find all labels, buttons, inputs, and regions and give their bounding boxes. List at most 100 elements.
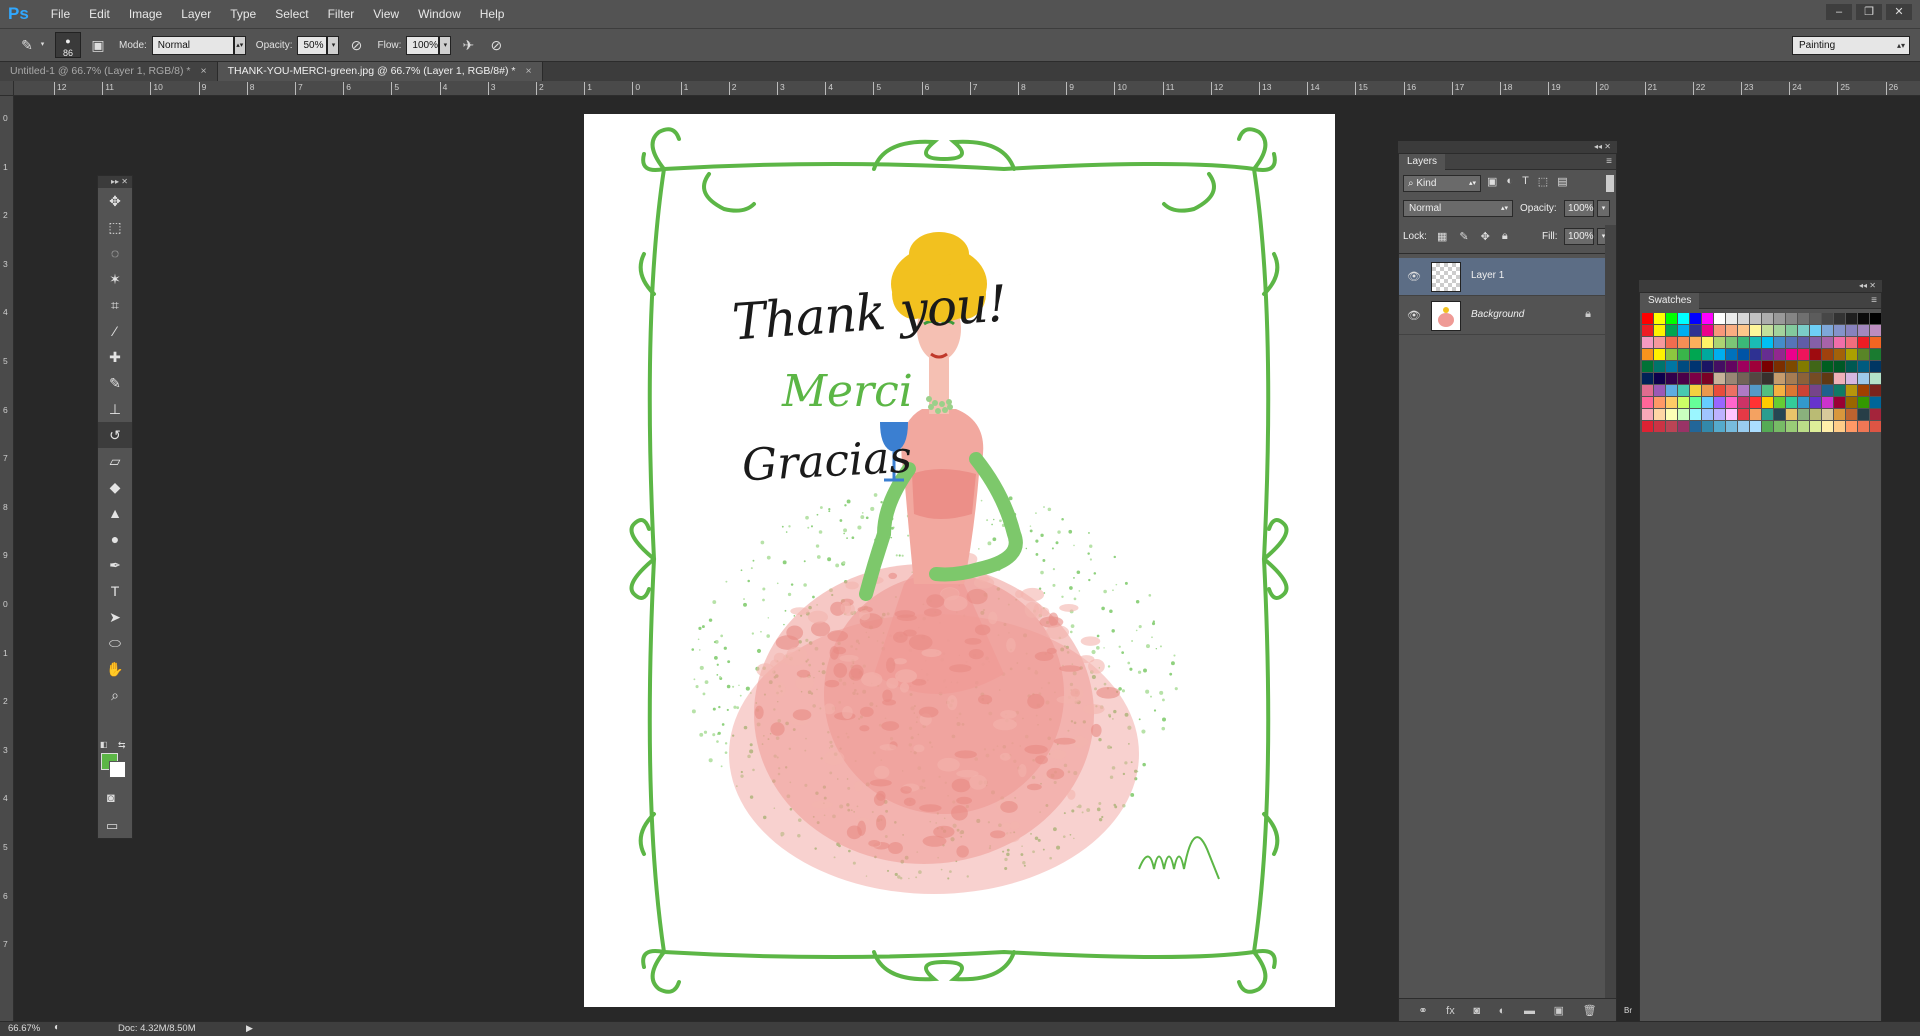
color-swatch[interactable] — [1726, 313, 1737, 324]
color-swatch[interactable] — [1750, 421, 1761, 432]
color-swatch[interactable] — [1690, 373, 1701, 384]
color-swatch[interactable] — [1642, 337, 1653, 348]
color-swatch[interactable] — [1714, 373, 1725, 384]
color-swatch[interactable] — [1822, 421, 1833, 432]
color-swatch[interactable] — [1678, 421, 1689, 432]
menu-type[interactable]: Type — [230, 7, 256, 21]
color-swatch[interactable] — [1858, 349, 1869, 360]
color-swatch[interactable] — [1738, 349, 1749, 360]
color-swatch[interactable] — [1858, 421, 1869, 432]
color-swatch[interactable] — [1822, 325, 1833, 336]
workspace-select[interactable]: Painting ▴▾ — [1792, 36, 1910, 55]
tool-preset-dropdown-icon[interactable]: ▾ — [38, 36, 47, 55]
color-swatch[interactable] — [1834, 349, 1845, 360]
blend-mode-select[interactable]: Normal ▴▾ — [1403, 200, 1513, 217]
tab-thank-you-merci[interactable]: THANK-YOU-MERCI-green.jpg @ 66.7% (Layer… — [217, 62, 543, 81]
color-swatch[interactable] — [1726, 397, 1737, 408]
link-layers-icon[interactable]: ⚭ — [1418, 1004, 1427, 1017]
color-swatch[interactable] — [1678, 313, 1689, 324]
marquee-tool-icon[interactable]: ⬚ — [98, 214, 132, 240]
color-swatch[interactable] — [1738, 361, 1749, 372]
color-swatch[interactable] — [1858, 397, 1869, 408]
color-swatch[interactable] — [1666, 385, 1677, 396]
color-swatch[interactable] — [1870, 421, 1881, 432]
color-swatch[interactable] — [1822, 349, 1833, 360]
color-swatch[interactable] — [1822, 409, 1833, 420]
color-swatch[interactable] — [1834, 337, 1845, 348]
color-swatch[interactable] — [1750, 313, 1761, 324]
color-swatch[interactable] — [1714, 313, 1725, 324]
color-swatch[interactable] — [1870, 313, 1881, 324]
hand-tool-icon[interactable]: ✋ — [98, 656, 132, 682]
lock-transparency-icon[interactable]: ▦ — [1437, 230, 1447, 243]
color-swatch[interactable] — [1786, 337, 1797, 348]
color-swatch[interactable] — [1834, 325, 1845, 336]
layers-scrollbar[interactable] — [1605, 225, 1616, 1005]
ruler-corner[interactable] — [0, 81, 14, 96]
airbrush-icon[interactable]: ✈ — [457, 34, 479, 56]
path-selection-icon[interactable]: ➤ — [98, 604, 132, 630]
color-swatch[interactable] — [1666, 409, 1677, 420]
color-swatch[interactable] — [1678, 409, 1689, 420]
filter-toggle[interactable] — [1606, 175, 1614, 192]
tools-panel-header[interactable]: ▸▸ ✕ — [98, 176, 132, 188]
color-swatch[interactable] — [1798, 325, 1809, 336]
color-swatch[interactable] — [1870, 409, 1881, 420]
mode-select[interactable]: Normal — [151, 35, 234, 55]
color-swatch[interactable] — [1822, 361, 1833, 372]
color-swatch[interactable] — [1654, 385, 1665, 396]
color-swatch[interactable] — [1750, 397, 1761, 408]
lock-all-icon[interactable]: 🔒︎ — [1502, 230, 1508, 243]
color-swatch[interactable] — [1822, 373, 1833, 384]
color-swatch[interactable] — [1666, 373, 1677, 384]
color-swatch[interactable] — [1702, 313, 1713, 324]
color-swatch[interactable] — [1846, 409, 1857, 420]
eyedropper-icon[interactable]: ⁄ — [98, 318, 132, 344]
color-swatch[interactable] — [1846, 361, 1857, 372]
menu-file[interactable]: File — [51, 7, 70, 21]
color-swatch[interactable] — [1678, 337, 1689, 348]
menu-select[interactable]: Select — [275, 7, 308, 21]
crop-tool-icon[interactable]: ⌗ — [98, 292, 132, 318]
color-swatch[interactable] — [1738, 325, 1749, 336]
color-swatch[interactable] — [1762, 409, 1773, 420]
color-swatch[interactable] — [1822, 313, 1833, 324]
zoom-level[interactable]: 66.67% — [8, 1023, 40, 1034]
menu-image[interactable]: Image — [129, 7, 162, 21]
color-swatch[interactable] — [1750, 349, 1761, 360]
lock-position-icon[interactable]: ✥ — [1481, 230, 1490, 243]
color-swatch[interactable] — [1798, 409, 1809, 420]
color-swatch[interactable] — [1738, 397, 1749, 408]
blur-tool-icon[interactable]: ▲ — [98, 500, 132, 526]
color-swatch[interactable] — [1654, 409, 1665, 420]
color-swatch[interactable] — [1750, 385, 1761, 396]
brush-panel-toggle-icon[interactable]: ▣ — [87, 34, 109, 56]
collapsed-panel-icon[interactable]: Br — [1624, 1006, 1639, 1021]
pressure-size-icon[interactable]: ⊘ — [485, 34, 507, 56]
menu-window[interactable]: Window — [418, 7, 461, 21]
color-swatch[interactable] — [1690, 313, 1701, 324]
color-swatch[interactable] — [1762, 385, 1773, 396]
color-swatch[interactable] — [1678, 361, 1689, 372]
color-swatch[interactable] — [1786, 385, 1797, 396]
type-filter-icon[interactable]: T — [1522, 175, 1529, 188]
color-swatch[interactable] — [1834, 385, 1845, 396]
color-swatch[interactable] — [1690, 361, 1701, 372]
ellipse-tool-icon[interactable]: ⬭ — [98, 630, 132, 656]
type-tool-icon[interactable]: T — [98, 578, 132, 604]
color-swatch[interactable] — [1762, 397, 1773, 408]
color-swatch[interactable] — [1738, 421, 1749, 432]
brush-tool-icon[interactable]: ✎ — [98, 370, 132, 396]
color-swatch[interactable] — [1786, 349, 1797, 360]
color-swatch[interactable] — [1738, 313, 1749, 324]
smart-object-filter-icon[interactable]: ▤ — [1557, 175, 1567, 188]
color-swatch[interactable] — [1654, 325, 1665, 336]
pen-tool-icon[interactable]: ✒ — [98, 552, 132, 578]
brush-preset-picker[interactable]: ● 86 — [55, 32, 81, 58]
color-swatch[interactable] — [1714, 349, 1725, 360]
color-swatch[interactable] — [1786, 409, 1797, 420]
adjustment-layer-icon[interactable]: ◐ — [1499, 1005, 1506, 1017]
zoom-tool-icon[interactable]: ⌕ — [98, 682, 132, 708]
color-swatch[interactable] — [1726, 325, 1737, 336]
color-swatch[interactable] — [1762, 361, 1773, 372]
